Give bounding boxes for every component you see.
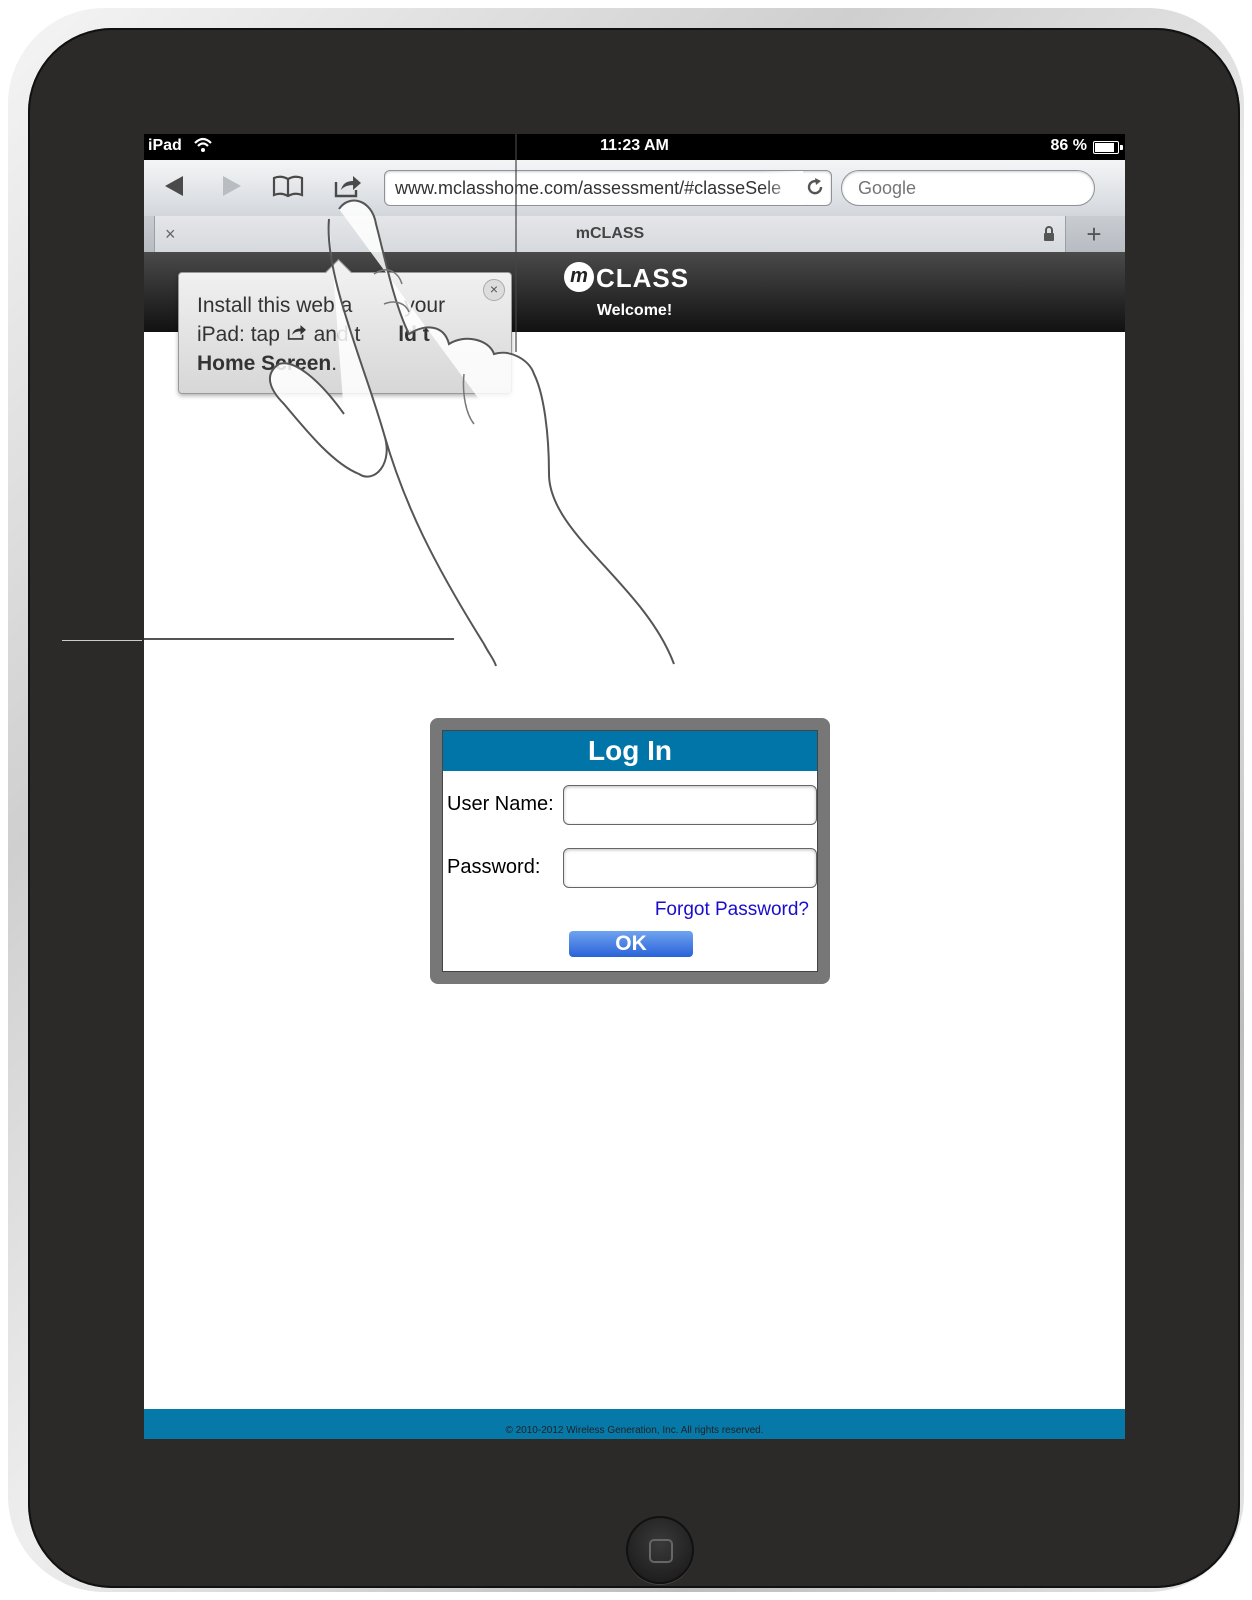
footer: © 2010-2012 Wireless Generation, Inc. Al… xyxy=(144,1409,1125,1439)
url-text: www.mclasshome.com/assessment/#classeSel… xyxy=(395,178,782,198)
forward-button[interactable] xyxy=(214,168,250,204)
tooltip-line3-end: . xyxy=(331,352,338,375)
share-button[interactable] xyxy=(330,168,366,204)
forward-arrow-icon xyxy=(223,176,241,196)
screen: iPad 11:23 AM 86 % www.mclasshome.com/as… xyxy=(144,134,1125,1439)
tooltip-close-icon[interactable]: × xyxy=(483,279,505,301)
battery-tip xyxy=(1120,145,1123,150)
back-arrow-icon xyxy=(165,176,183,196)
tab-title: mCLASS xyxy=(575,225,645,242)
tab-bar: × mCLASS + xyxy=(144,216,1125,252)
tab-mclass[interactable]: × mCLASS xyxy=(154,216,1066,252)
password-label: Password: xyxy=(447,856,541,878)
divider-line xyxy=(62,640,142,641)
login-title: Log In xyxy=(443,731,817,771)
battery-percent: 86 % xyxy=(1050,137,1087,154)
username-input[interactable] xyxy=(563,785,817,825)
battery-icon xyxy=(1093,141,1119,154)
login-frame: Log In User Name: Password: Forgot Passw… xyxy=(430,718,830,984)
tooltip-line2-a: iPad: tap xyxy=(197,323,286,346)
mclass-logo: m CLASS xyxy=(564,262,704,293)
status-time: 11:23 AM xyxy=(600,137,669,154)
logo-m: m xyxy=(564,262,594,292)
share-icon-inline xyxy=(287,325,306,340)
forgot-password-link[interactable]: Forgot Password? xyxy=(655,899,809,921)
tooltip-text: Install this web a your iPad: tap and t ld… xyxy=(197,291,487,378)
book-icon xyxy=(272,175,304,198)
home-button[interactable] xyxy=(626,1516,694,1584)
new-tab-button[interactable]: + xyxy=(1068,216,1120,252)
back-button[interactable] xyxy=(156,168,192,204)
username-label: User Name: xyxy=(447,793,554,815)
bookmarks-button[interactable] xyxy=(270,168,306,204)
browser-toolbar: www.mclasshome.com/assessment/#classeSel… xyxy=(144,160,1125,217)
login-box: Log In User Name: Password: Forgot Passw… xyxy=(442,730,818,972)
share-icon xyxy=(334,176,361,198)
reload-icon[interactable] xyxy=(805,177,825,197)
tooltip-line1-a: Install this web a xyxy=(197,294,353,317)
copyright-text: © 2010-2012 Wireless Generation, Inc. Al… xyxy=(505,1425,764,1436)
ok-button[interactable]: OK xyxy=(569,931,693,957)
tooltip-home-screen: Home Screen xyxy=(197,352,332,375)
logo-text: CLASS xyxy=(596,263,690,293)
search-field[interactable] xyxy=(841,170,1095,206)
password-input[interactable] xyxy=(563,848,817,888)
url-fade xyxy=(763,171,803,205)
tooltip-line2-c: ld t xyxy=(398,323,430,346)
tooltip-line2-b: and t xyxy=(307,323,361,346)
tooltip-line1-b: your xyxy=(404,294,446,317)
status-bar: iPad 11:23 AM 86 % xyxy=(144,134,1125,160)
search-input[interactable] xyxy=(858,178,1078,199)
home-square-icon xyxy=(649,1539,673,1563)
lock-icon xyxy=(1043,226,1055,246)
install-tooltip: Install this web a your iPad: tap and t ld… xyxy=(178,259,512,394)
address-bar[interactable]: www.mclasshome.com/assessment/#classeSel… xyxy=(384,170,832,206)
